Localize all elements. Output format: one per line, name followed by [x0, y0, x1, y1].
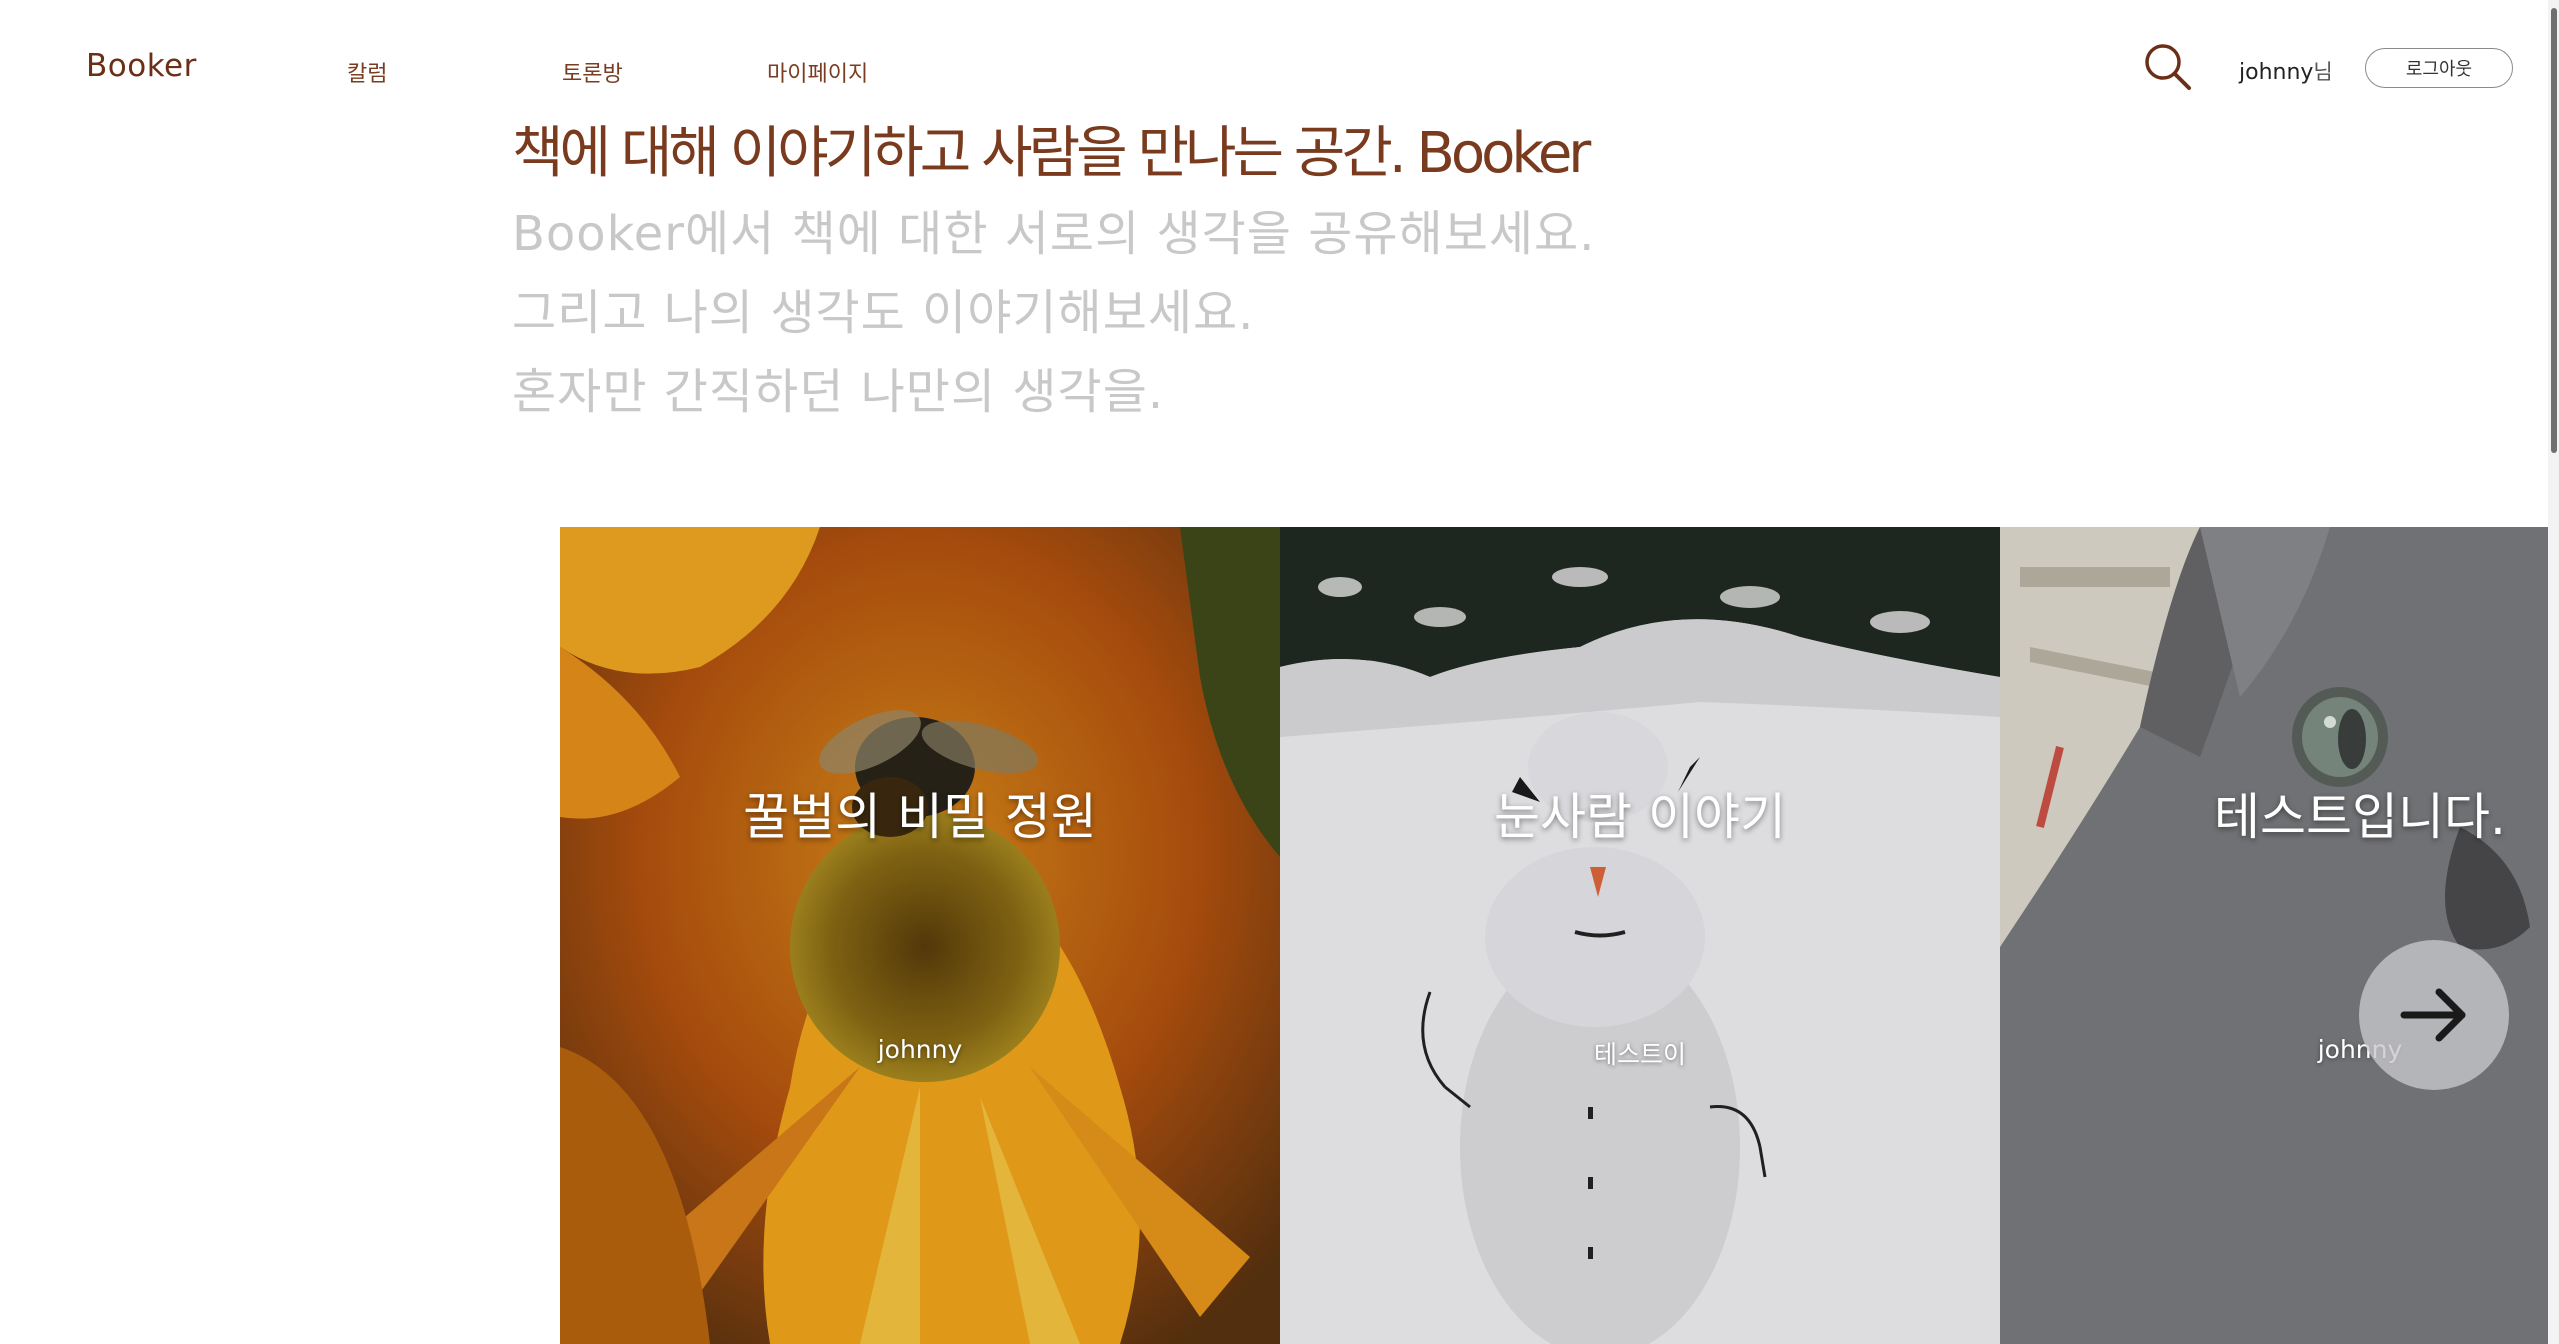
logout-button[interactable]: 로그아웃 [2365, 48, 2513, 88]
nav-item-mypage[interactable]: 마이페이지 [767, 56, 868, 88]
card-title: 꿀벌의 비밀 정원 [743, 788, 1097, 846]
user-name: johnny [2239, 60, 2314, 85]
hero-line-3: 혼자만 간직하던 나만의 생각을. [512, 364, 1165, 420]
nav-item-discussion[interactable]: 토론방 [562, 56, 623, 88]
user-honorific: 님 [2313, 60, 2333, 84]
card-image-bee-flower [560, 527, 1280, 1344]
card-image-snowman [1280, 527, 2000, 1344]
hero-line-1: Booker에서 책에 대한 서로의 생각을 공유해보세요. [512, 206, 1596, 262]
user-greeting: johnny님 [2239, 56, 2333, 86]
carousel-next-button[interactable] [2359, 940, 2509, 1090]
page-scrollbar[interactable] [2551, 8, 2557, 453]
card-author: 테스트이 [1593, 1040, 1686, 1069]
nav-item-column[interactable]: 칼럼 [347, 56, 387, 88]
card-title: 테스트입니다. [2214, 788, 2506, 846]
hero-line-2: 그리고 나의 생각도 이야기해보세요. [512, 285, 1255, 341]
article-card[interactable]: 눈사람 이야기 테스트이 [1280, 527, 2000, 1344]
card-image-cat [2000, 527, 2548, 1344]
card-carousel: 꿀벌의 비밀 정원 johnny 눈사람 이야기 테스트이 테스트입니다. jo… [560, 527, 2548, 1344]
article-card[interactable]: 테스트입니다. johnny [2000, 527, 2548, 1344]
arrow-right-icon [2400, 988, 2466, 1042]
search-icon[interactable] [2143, 42, 2193, 92]
card-author: johnny [877, 1035, 963, 1064]
logo[interactable]: Booker [86, 48, 197, 84]
card-title: 눈사람 이야기 [1494, 788, 1786, 846]
article-card[interactable]: 꿀벌의 비밀 정원 johnny [560, 527, 1280, 1344]
top-nav-bar: Booker 칼럼 토론방 마이페이지 johnny님 로그아웃 [0, 0, 2559, 120]
hero-headline: 책에 대해 이야기하고 사람을 만나는 공간. Booker [512, 121, 1591, 186]
